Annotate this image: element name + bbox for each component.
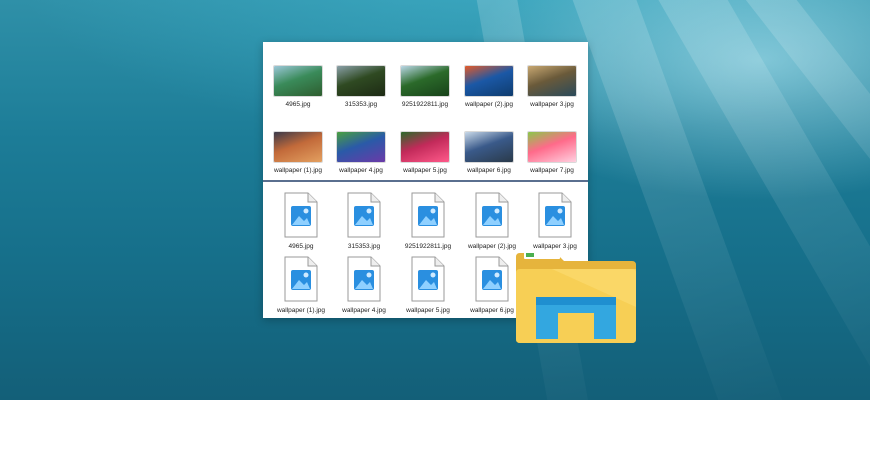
file-name: wallpaper 4.jpg [342,307,386,314]
file-name: wallpaper 6.jpg [467,167,511,174]
thumbnail-item[interactable]: 315353.jpg [329,66,393,108]
image-thumbnail [401,132,449,162]
image-thumbnail [401,66,449,96]
image-file-icon [475,192,509,238]
image-file-icon [411,256,445,302]
image-file-icon [284,256,318,302]
file-name: wallpaper 5.jpg [403,167,447,174]
file-name: wallpaper (1).jpg [276,307,326,314]
file-name: 9251922811.jpg [401,101,449,108]
thumbnail-item[interactable]: wallpaper 3.jpg [520,66,584,108]
image-file-icon [347,256,381,302]
image-thumbnail [528,132,576,162]
file-icon-item[interactable]: 9251922811.jpg [396,192,460,250]
file-name: 9251922811.jpg [404,243,452,250]
image-file-icon [347,192,381,238]
file-icon-item[interactable]: wallpaper 3.jpg [523,192,587,250]
file-icon-item[interactable]: 4965.jpg [269,192,333,250]
file-icon-item[interactable]: wallpaper 4.jpg [332,256,396,314]
thumbnail-item[interactable]: 9251922811.jpg [393,66,457,108]
file-name: wallpaper (2).jpg [464,101,514,108]
thumbnail-item[interactable]: wallpaper 4.jpg [329,132,393,174]
file-name: 315353.jpg [347,243,381,250]
image-thumbnail [528,66,576,96]
file-icon-item[interactable]: wallpaper 5.jpg [396,256,460,314]
file-name: 4965.jpg [288,243,314,250]
image-file-icon [411,192,445,238]
thumbnail-item[interactable]: wallpaper (1).jpg [266,132,330,174]
image-thumbnail [337,132,385,162]
file-name: 4965.jpg [285,101,311,108]
image-thumbnail [465,132,513,162]
image-file-icon [284,192,318,238]
file-name: wallpaper 4.jpg [339,167,383,174]
image-thumbnail [465,66,513,96]
thumbnail-item[interactable]: wallpaper 6.jpg [457,132,521,174]
file-name: 315353.jpg [344,101,378,108]
file-name: wallpaper 5.jpg [406,307,450,314]
thumbnail-item[interactable]: wallpaper (2).jpg [457,66,521,108]
file-name: wallpaper 7.jpg [530,167,574,174]
view-divider [263,180,588,182]
file-icon-item[interactable]: wallpaper (2).jpg [460,192,524,250]
file-name: wallpaper (1).jpg [273,167,323,174]
file-icon-item[interactable]: 315353.jpg [332,192,396,250]
thumbnail-item[interactable]: 4965.jpg [266,66,330,108]
thumbnail-item[interactable]: wallpaper 5.jpg [393,132,457,174]
file-name: wallpaper 3.jpg [530,101,574,108]
image-thumbnail [274,132,322,162]
file-explorer-folder-icon [516,251,636,343]
image-file-icon [538,192,572,238]
image-thumbnail [274,66,322,96]
image-file-icon [475,256,509,302]
thumbnail-item[interactable]: wallpaper 7.jpg [520,132,584,174]
file-icon-item[interactable]: wallpaper (1).jpg [269,256,333,314]
image-thumbnail [337,66,385,96]
